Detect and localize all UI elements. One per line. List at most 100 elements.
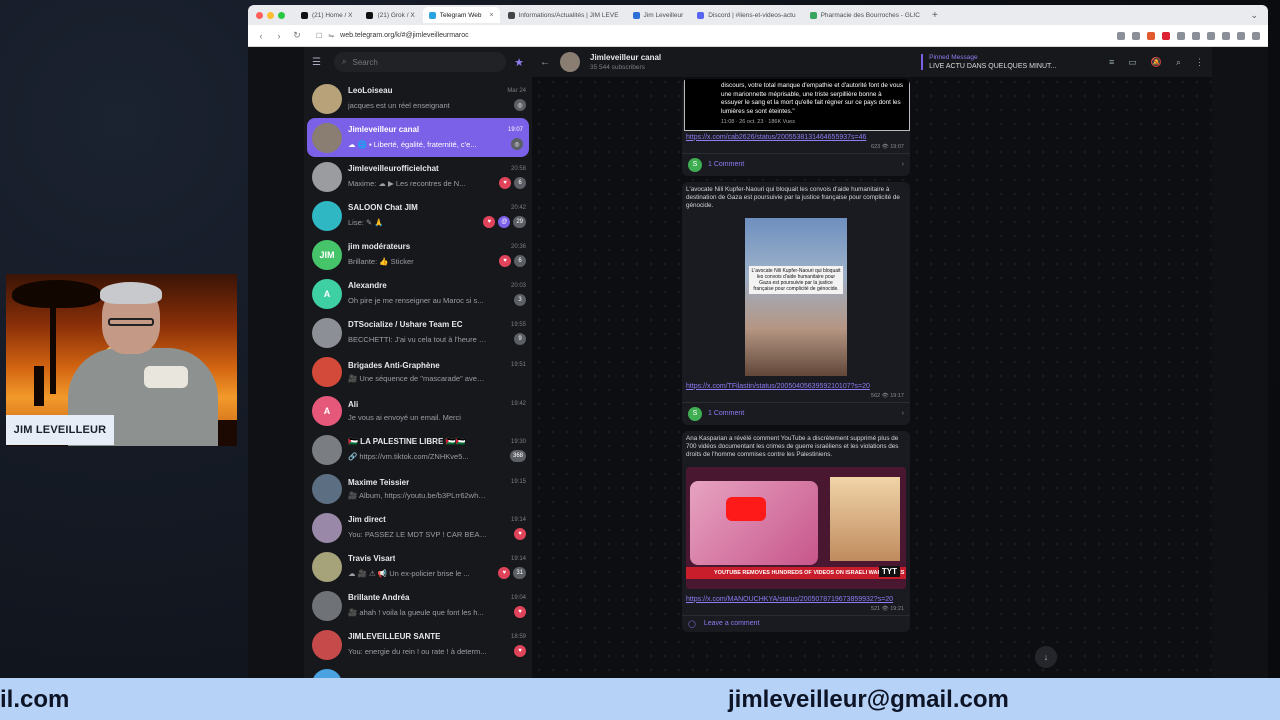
reload-icon[interactable]: ↻: [292, 30, 302, 41]
extension-icon[interactable]: [1117, 31, 1125, 40]
video-thumbnail[interactable]: L'avocate Nili Kupfer-Naouri qui bloquai…: [745, 217, 847, 376]
ticker-text-left: il.com: [0, 686, 70, 713]
back-icon[interactable]: ‹: [256, 31, 266, 41]
post-link[interactable]: https://x.com/MANOUCHKYA/status/20050787…: [682, 593, 910, 606]
minimize-window-button[interactable]: [267, 11, 274, 19]
browser-tab[interactable]: (21) Home / X: [295, 7, 358, 23]
chat-item[interactable]: A Ali 19:42 Je vous ai envoyé un email. Mer…: [304, 391, 532, 430]
discussion-icon[interactable]: ▭: [1128, 57, 1137, 68]
extension-icon[interactable]: [1207, 31, 1215, 40]
chat-body: Jim direct 19:14 You: PASSEZ LE MDT SVP ! …: [348, 515, 526, 540]
tab-favicon-icon: [507, 11, 515, 19]
chat-item[interactable]: Brigades Anti-Graphène 19:51 🎥 Une séquenc…: [304, 352, 532, 391]
chat-avatar: [312, 200, 342, 231]
extension-icon[interactable]: [1237, 31, 1245, 40]
chat-item[interactable]: JIM jim modérateurs 20:36 Brillante: 👍 Stic…: [304, 235, 532, 274]
browser-tab[interactable]: (21) Grok / X: [360, 7, 420, 23]
tab-label: (21) Home / X: [312, 11, 353, 19]
comments-button[interactable]: S 1 Comment ›: [682, 401, 910, 425]
channel-header: ← Jimleveilleur canal 35 544 subscribers…: [532, 47, 1212, 77]
site-info-icon[interactable]: ⇋: [328, 32, 334, 40]
leave-comment-button[interactable]: ◯ Leave a comment: [682, 614, 910, 632]
pin-list-icon[interactable]: ≡: [1109, 57, 1114, 68]
channel-avatar[interactable]: [560, 52, 580, 72]
chat-time: 19:30: [510, 438, 526, 445]
chat-last-message: You: energie du rein ! ou rate ! à deter…: [348, 646, 487, 656]
tab-label: Telegram Web: [439, 11, 482, 19]
chat-item[interactable]: Jimleveilleur canal 19:07 ☁ 🌐 ▪ Liberté, é…: [307, 118, 529, 157]
url-field[interactable]: ☐ ⇋ web.telegram.org/k/#@jimleveilleurma…: [310, 28, 950, 44]
chat-name: 🇵🇸 LA PALESTINE LIBRE 🇵🇸🇵🇸: [348, 437, 466, 446]
saved-star-icon[interactable]: ★: [514, 56, 524, 69]
maximize-window-button[interactable]: [278, 11, 285, 19]
chat-item[interactable]: Jim direct 19:14 You: PASSEZ LE MDT SVP ! …: [304, 508, 532, 547]
chat-item[interactable]: SALOON Chat JIM 20:42 Lise: ✎ 🙏 ♥ @29: [304, 196, 532, 235]
chat-item[interactable]: LeoLoiseau Mar 24 jacques est un réel ense…: [304, 79, 532, 118]
chat-item[interactable]: Maxime Teissier 19:15 🎥 Album, https://you…: [304, 469, 532, 508]
chat-badges: ♥ 31: [498, 567, 526, 579]
pinned-message[interactable]: Pinned Message LIVE ACTU DANS QUELQUES M…: [921, 54, 1056, 70]
extension-icon[interactable]: [1162, 31, 1170, 40]
channel-info[interactable]: Jimleveilleur canal 35 544 subscribers: [590, 53, 661, 71]
post-link[interactable]: https://x.com/TFilastin/status/200504056…: [682, 380, 910, 393]
chat-item[interactable]: Juliette18:35: [304, 664, 532, 678]
extension-icon[interactable]: [1132, 31, 1140, 40]
chat-row-bottom: 🔗 https://vm.tiktok.com/ZNHKve5... 368: [348, 450, 526, 462]
tab-strip: (21) Home / X (21) Grok / X Telegram Web × I…: [248, 5, 1268, 25]
reaction-heart-badge: ♥: [514, 606, 526, 618]
forward-icon[interactable]: ›: [274, 31, 284, 41]
browser-tab[interactable]: Telegram Web ×: [422, 7, 500, 23]
mention-badge: @: [498, 216, 511, 228]
chevron-right-icon: ›: [901, 161, 904, 168]
new-tab-icon[interactable]: +: [932, 10, 938, 21]
unread-count-badge: 6: [514, 255, 526, 267]
chat-avatar: JIM: [312, 239, 342, 270]
chat-badges: 368: [509, 450, 526, 462]
tweet-screenshot[interactable]: discours, votre total manque d'empathie …: [684, 79, 910, 131]
video-thumbnail[interactable]: YOUTUBE REMOVES HUNDREDS OF VIDEOS ON IS…: [686, 466, 906, 589]
menu-icon[interactable]: [1252, 31, 1260, 40]
mute-bell-icon[interactable]: 🔕: [1151, 57, 1162, 68]
back-arrow-icon[interactable]: ←: [540, 57, 550, 68]
chat-item[interactable]: Jimleveilleurofficielchat 20:58 Maxime: ☁ …: [304, 157, 532, 196]
more-icon[interactable]: ⋮: [1195, 57, 1204, 68]
comments-button[interactable]: S 1 Comment ›: [682, 152, 910, 176]
post-text: L'avocate Nili Kupfer-Naouri qui bloquai…: [686, 185, 900, 209]
browser-tab[interactable]: Pharmacie des Bourroches - GLIC: [804, 7, 926, 23]
brave-shield-icon[interactable]: [1147, 31, 1155, 40]
chat-name: Maxime Teissier: [348, 477, 410, 487]
search-icon[interactable]: ⌕: [1176, 57, 1181, 68]
extension-icon[interactable]: [1222, 31, 1230, 40]
chat-time: 19:14: [510, 555, 526, 562]
hamburger-menu-icon[interactable]: ☰: [312, 57, 326, 68]
browser-tab[interactable]: Informations/Actualités | JIM LEVE: [502, 7, 625, 23]
chat-item[interactable]: JIMLEVEILLEUR SANTE 18:59 You: energie du …: [304, 625, 532, 664]
chat-row-top: Alexandre 20:03: [348, 281, 526, 290]
unread-count-badge: 3: [514, 294, 526, 306]
chat-item[interactable]: Travis Visart 19:14 ☁ 🎥 ⚠ 📢 Un ex-policier…: [304, 547, 532, 586]
browser-tab[interactable]: Jim Leveilleur: [627, 7, 690, 23]
tab-label: (21) Grok / X: [377, 11, 415, 19]
search-input[interactable]: ⌕ Search: [334, 52, 507, 72]
browser-tab[interactable]: Discord | #liens-et-videos-actu: [691, 7, 801, 23]
chat-last-message: You: PASSEZ LE MDT SVP ! CAR BEAU...: [348, 529, 488, 539]
chat-item[interactable]: 🇵🇸 LA PALESTINE LIBRE 🇵🇸🇵🇸 19:30 🔗 https:/…: [304, 430, 532, 469]
pinned-text: LIVE ACTU DANS QUELQUES MINUT...: [929, 63, 1057, 70]
scroll-down-button[interactable]: ↓: [1035, 646, 1057, 668]
post-link[interactable]: https://x.com/cab2626/status/20055381314…: [682, 131, 910, 144]
chat-item[interactable]: Brillante Andréa 19:04 🎥 ahah ! voila la g…: [304, 586, 532, 625]
extension-icon[interactable]: [1192, 31, 1200, 40]
chat-item[interactable]: DTSocialize / Ushare Team EC 19:55 BECCHET…: [304, 313, 532, 352]
commenter-avatar: S: [688, 406, 702, 421]
chat-name: DTSocialize / Ushare Team EC: [348, 320, 463, 329]
extension-icon[interactable]: [1177, 31, 1185, 40]
chat-row-top: Ali 19:42: [348, 400, 526, 409]
message-feed: discours, votre total manque d'empathie …: [682, 79, 910, 638]
close-tab-icon[interactable]: ×: [489, 12, 493, 19]
tab-favicon-icon: [809, 11, 817, 19]
chat-row-top: Travis Visart 19:14: [348, 554, 526, 563]
tab-search-icon[interactable]: ⌄: [1250, 10, 1258, 21]
close-window-button[interactable]: [256, 11, 263, 19]
bookmark-icon[interactable]: ☐: [316, 32, 322, 40]
chat-item[interactable]: A Alexandre 20:03 Oh pire je me renseigner …: [304, 274, 532, 313]
